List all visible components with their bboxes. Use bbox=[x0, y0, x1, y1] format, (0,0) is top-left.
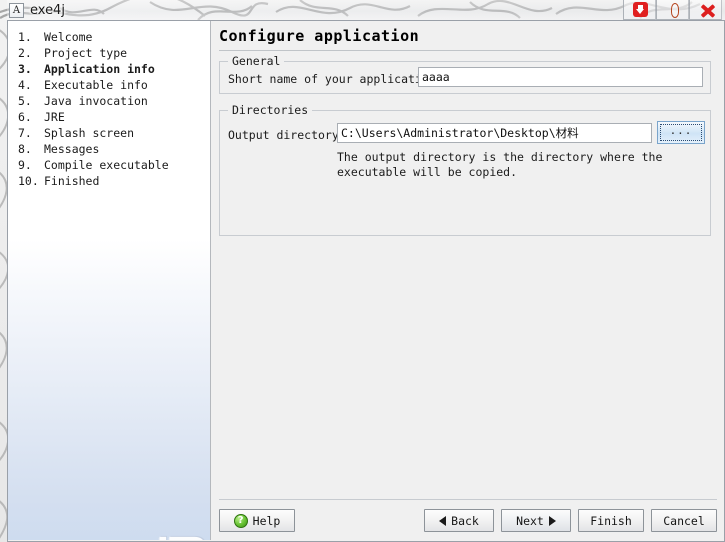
step-number: 9. bbox=[18, 158, 32, 172]
red-x-icon bbox=[700, 3, 716, 18]
sidebar-item-project-type[interactable]: 2. Project type bbox=[18, 45, 208, 61]
sidebar-item-application-info[interactable]: 3. Application info bbox=[18, 61, 208, 77]
finish-button-label: Finish bbox=[590, 513, 632, 528]
output-directory-input[interactable] bbox=[337, 123, 652, 143]
sidebar-item-java-invocation[interactable]: 5. Java invocation bbox=[18, 93, 208, 109]
oval-restore-icon bbox=[671, 3, 679, 18]
finish-button[interactable]: Finish bbox=[578, 509, 644, 532]
next-button[interactable]: Next bbox=[501, 509, 571, 532]
step-label: Compile executable bbox=[44, 158, 169, 172]
step-label: Project type bbox=[44, 46, 128, 60]
wizard-steps-sidebar: 1. Welcome 2. Project type 3. Applicatio… bbox=[8, 21, 211, 540]
step-label: Splash screen bbox=[44, 126, 135, 140]
sidebar-item-welcome[interactable]: 1. Welcome bbox=[18, 29, 208, 45]
question-mark-icon: ? bbox=[233, 513, 248, 528]
output-directory-label: Output directory: bbox=[228, 128, 346, 142]
help-button-label: Help bbox=[252, 513, 281, 528]
step-number: 6. bbox=[18, 110, 32, 124]
window-title: exe4j bbox=[30, 3, 65, 18]
step-number: 8. bbox=[18, 142, 32, 156]
step-label: Finished bbox=[44, 174, 100, 188]
step-label: Java invocation bbox=[44, 94, 148, 108]
close-button[interactable] bbox=[689, 0, 722, 20]
sidebar-item-splash-screen[interactable]: 7. Splash screen bbox=[18, 125, 208, 141]
step-number: 1. bbox=[18, 30, 32, 44]
back-button[interactable]: Back bbox=[424, 509, 494, 532]
step-label: JRE bbox=[44, 110, 65, 124]
application-window: A exe4j 1. Welcome 2. Project type 3. Ap… bbox=[7, 0, 725, 542]
general-legend: General bbox=[228, 54, 285, 68]
minimize-button[interactable] bbox=[623, 0, 656, 20]
title-divider bbox=[219, 50, 711, 51]
step-number: 5. bbox=[18, 94, 32, 108]
content-pane: Configure application General Short name… bbox=[211, 21, 724, 540]
wizard-step-list: 1. Welcome 2. Project type 3. Applicatio… bbox=[18, 29, 208, 189]
back-button-label: Back bbox=[451, 513, 479, 528]
step-number: 2. bbox=[18, 46, 32, 60]
sidebar-item-compile-executable[interactable]: 9. Compile executable bbox=[18, 157, 208, 173]
short-name-label: Short name of your application: bbox=[228, 72, 443, 86]
step-number: 4. bbox=[18, 78, 32, 92]
step-label: Welcome bbox=[44, 30, 93, 44]
next-button-label: Next bbox=[516, 513, 544, 528]
window-body: 1. Welcome 2. Project type 3. Applicatio… bbox=[7, 21, 725, 542]
arrow-right-icon bbox=[548, 515, 556, 526]
cancel-button-label: Cancel bbox=[663, 513, 705, 528]
red-down-arrow-icon bbox=[633, 2, 648, 17]
step-number: 7. bbox=[18, 126, 32, 140]
page-title: Configure application bbox=[219, 27, 420, 45]
sidebar-item-jre[interactable]: 6. JRE bbox=[18, 109, 208, 125]
step-number: 10. bbox=[18, 174, 39, 188]
step-label: Executable info bbox=[44, 78, 148, 92]
sidebar-item-finished[interactable]: 10. Finished bbox=[18, 173, 208, 189]
exe4j-watermark: exe4j bbox=[152, 534, 206, 540]
app-a-icon: A bbox=[9, 3, 24, 18]
title-bar[interactable]: A exe4j bbox=[7, 0, 725, 21]
cancel-button[interactable]: Cancel bbox=[651, 509, 717, 532]
step-label: Application info bbox=[44, 62, 155, 76]
titlebar-button-group bbox=[623, 0, 722, 20]
buttonbar-divider bbox=[219, 499, 717, 500]
browse-directory-button[interactable]: ... bbox=[657, 121, 705, 144]
directories-groupbox: Directories Output directory: ... The ou… bbox=[219, 103, 711, 236]
help-button[interactable]: ? Help bbox=[219, 509, 295, 532]
step-label: Messages bbox=[44, 142, 100, 156]
maximize-button[interactable] bbox=[656, 0, 689, 20]
output-directory-hint: The output directory is the directory wh… bbox=[337, 150, 663, 179]
sidebar-item-executable-info[interactable]: 4. Executable info bbox=[18, 77, 208, 93]
directories-legend: Directories bbox=[228, 103, 313, 117]
short-name-input[interactable] bbox=[418, 67, 703, 87]
step-number: 3. bbox=[18, 62, 32, 76]
sidebar-item-messages[interactable]: 8. Messages bbox=[18, 141, 208, 157]
browse-button-label: ... bbox=[669, 124, 693, 137]
general-groupbox: General Short name of your application: bbox=[219, 54, 711, 94]
arrow-left-icon bbox=[439, 515, 447, 526]
